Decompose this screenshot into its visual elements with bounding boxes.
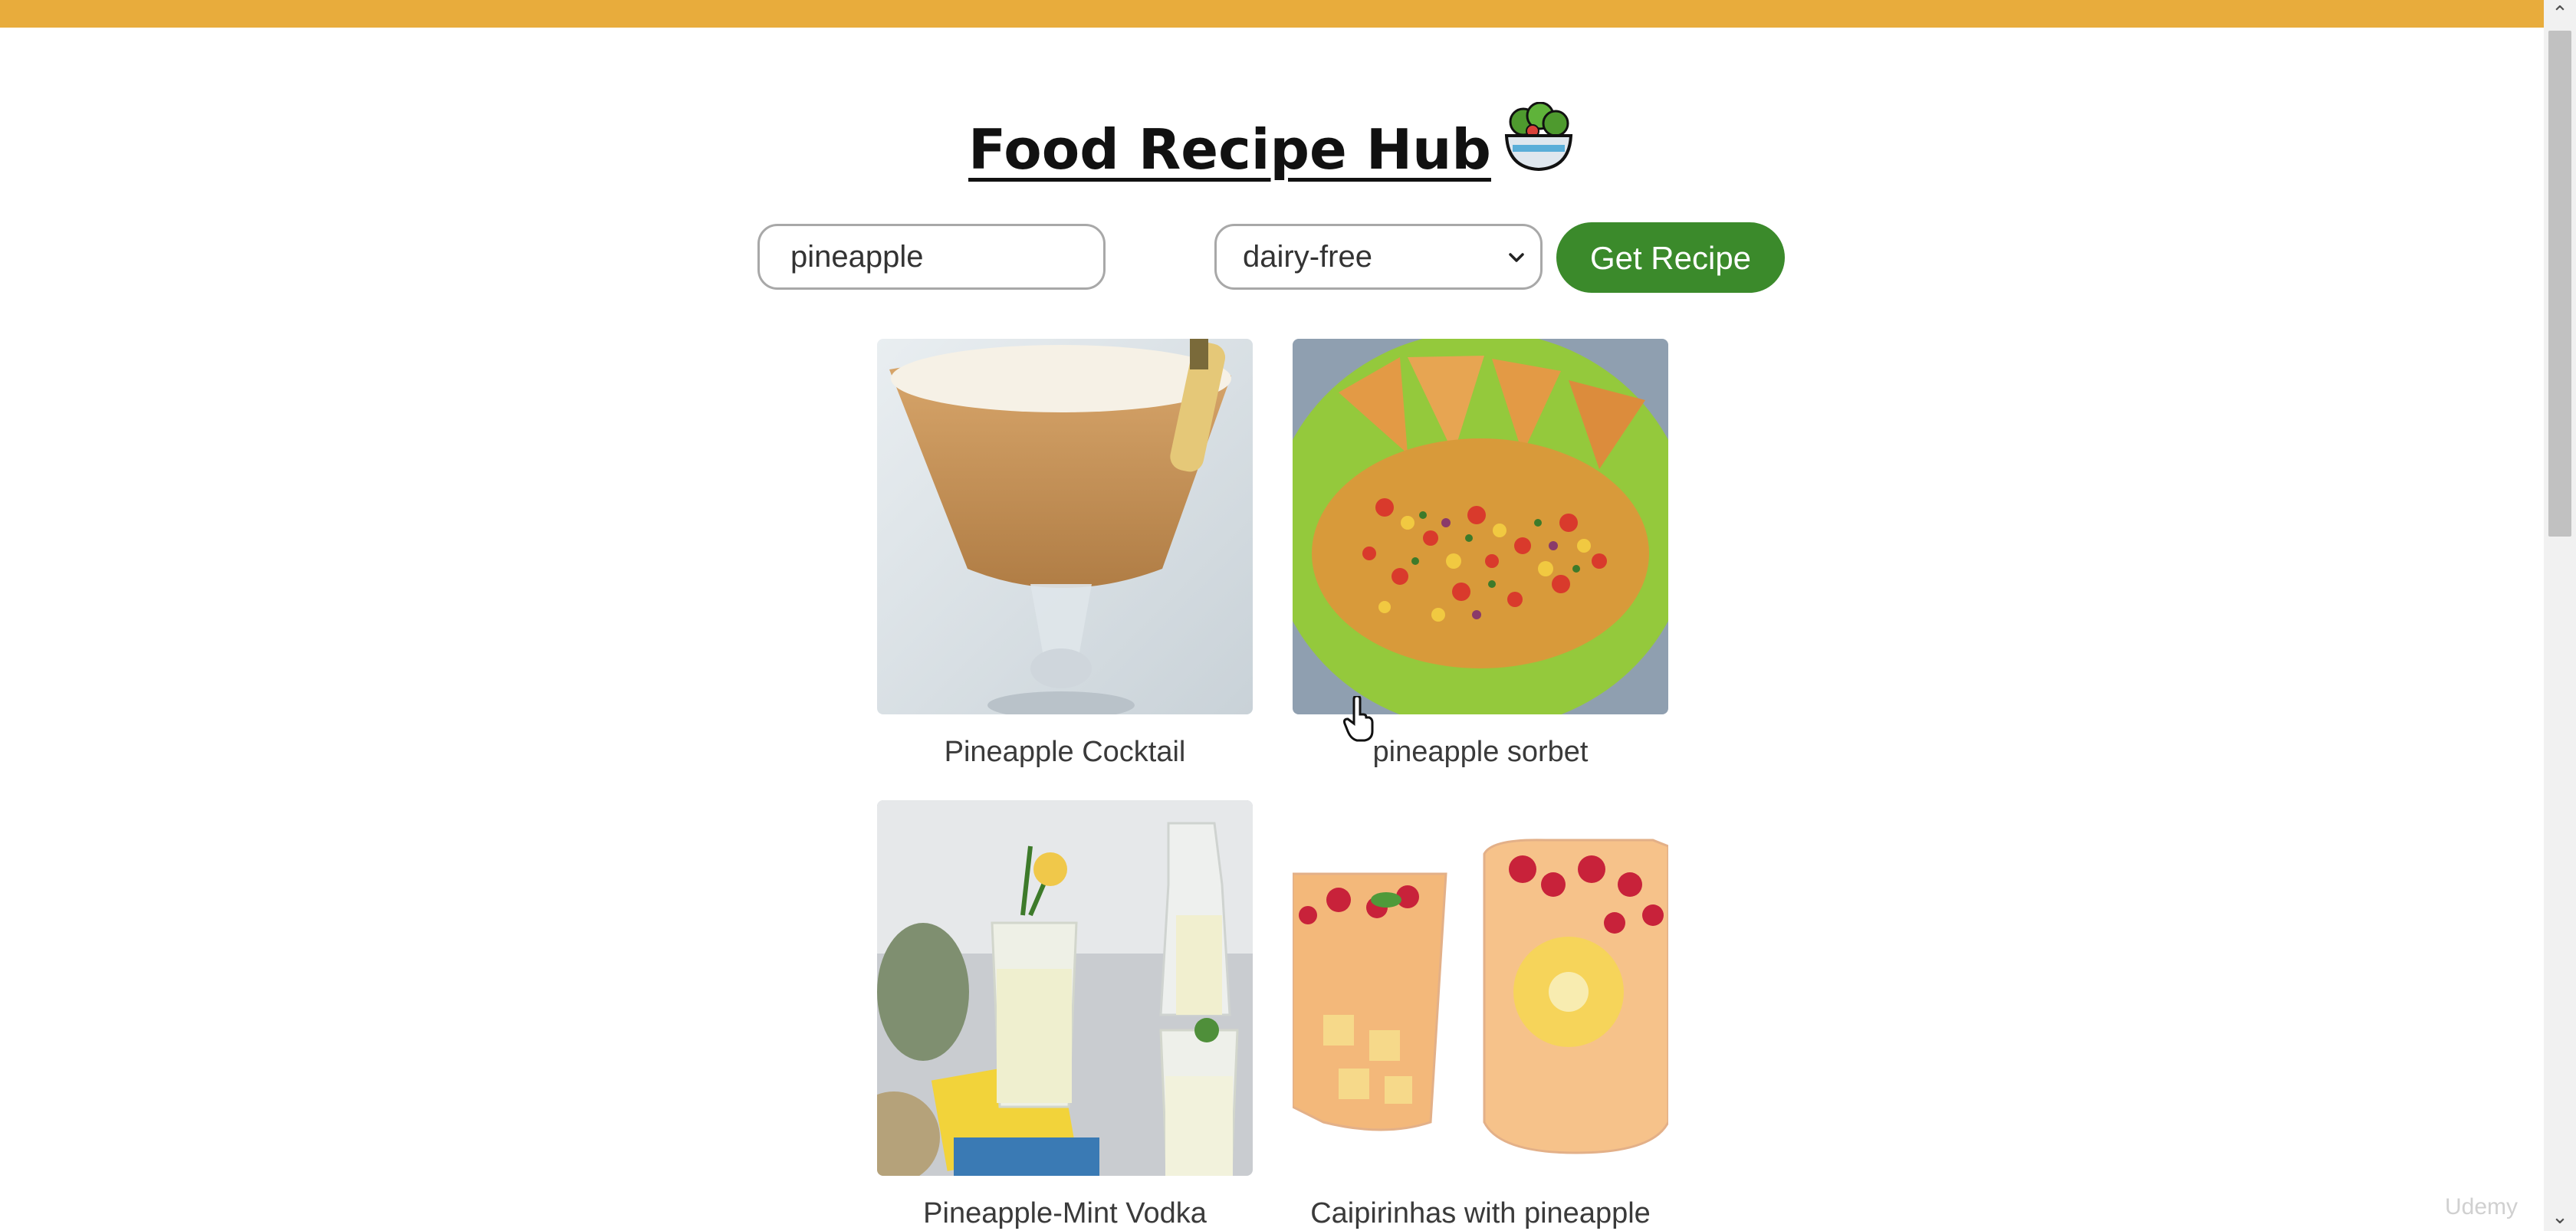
vodka-glasses-image[interactable] xyxy=(877,800,1253,1176)
scroll-up-arrow-icon[interactable]: ⌃ xyxy=(2544,0,2576,28)
page-title-text: Food Recipe Hub xyxy=(968,117,1491,182)
chevron-down-icon xyxy=(1505,246,1528,273)
recipe-title: Caipirinhas with pineapple xyxy=(1310,1197,1651,1229)
search-input[interactable] xyxy=(757,224,1106,290)
salsa-bowl-image[interactable] xyxy=(1293,339,1668,714)
udemy-watermark: Udemy xyxy=(2444,1194,2518,1220)
scroll-thumb[interactable] xyxy=(2548,31,2571,537)
vertical-scrollbar[interactable]: ⌃ ⌄ xyxy=(2544,0,2576,1231)
top-accent-bar xyxy=(0,0,2544,28)
recipe-title: Pineapple Cocktail xyxy=(944,736,1186,768)
scroll-down-arrow-icon[interactable]: ⌄ xyxy=(2544,1203,2576,1231)
recipe-card[interactable]: Caipirinhas with pineapple xyxy=(1293,800,1668,1229)
recipe-card[interactable]: pineapple sorbet xyxy=(1293,339,1668,768)
diet-filter-value: dairy-free xyxy=(1243,240,1372,274)
pineapple-jar-image[interactable] xyxy=(1293,800,1668,1176)
cocktail-glass-image[interactable] xyxy=(877,339,1253,714)
hand-cursor-icon xyxy=(1343,696,1374,742)
recipe-title: pineapple sorbet xyxy=(1372,736,1589,768)
recipe-title: Pineapple-Mint Vodka xyxy=(923,1197,1207,1229)
salad-bowl-icon xyxy=(1502,101,1576,195)
get-recipe-button[interactable]: Get Recipe xyxy=(1556,222,1785,293)
recipe-card[interactable]: Pineapple Cocktail xyxy=(877,339,1253,768)
recipe-card[interactable]: Pineapple-Mint Vodka xyxy=(877,800,1253,1229)
diet-filter-select[interactable]: dairy-free xyxy=(1214,224,1543,290)
page-title: Food Recipe Hub xyxy=(0,101,2544,195)
